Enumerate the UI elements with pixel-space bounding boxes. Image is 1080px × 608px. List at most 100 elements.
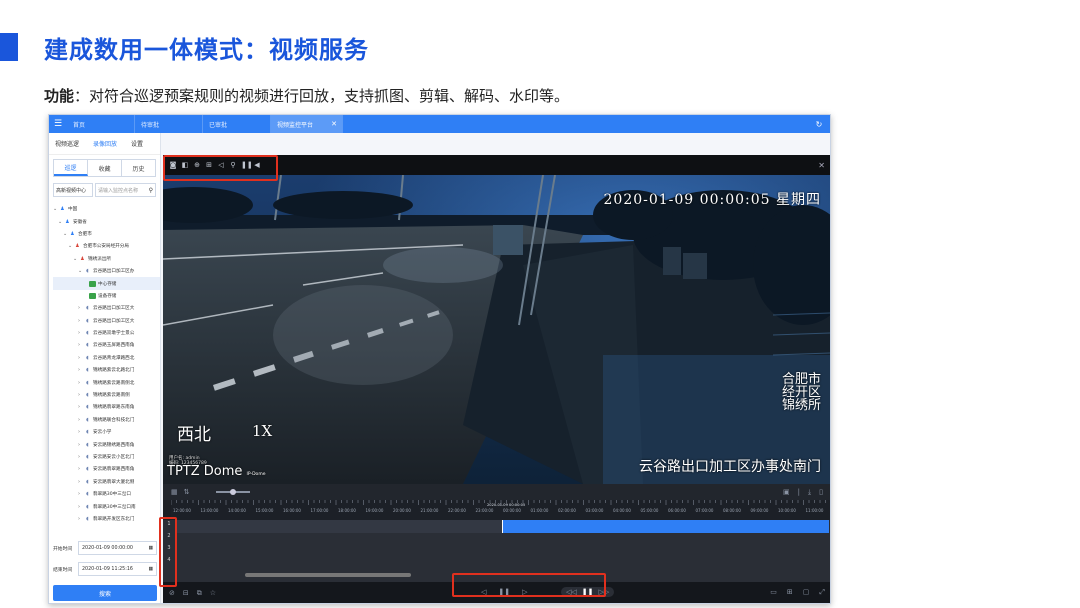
track-3[interactable]: [175, 548, 829, 561]
clip-icon[interactable]: ◧: [181, 161, 189, 169]
tree-node[interactable]: › ◖ 锦绣路联合科技北门: [53, 414, 160, 426]
end-time-value: 2020-01-09 11:25:16: [82, 566, 133, 572]
slider-knob[interactable]: [229, 489, 236, 495]
camera-icon: ◖: [86, 367, 89, 374]
star-icon[interactable]: ☆: [210, 589, 216, 597]
org-icon: ♟: [75, 243, 80, 250]
search-button[interactable]: 搜索: [53, 585, 157, 601]
track-2[interactable]: [175, 534, 829, 547]
tree-node[interactable]: › ◖ 云谷路玉屏路西南角: [53, 339, 160, 351]
ruler-label: 14:00:00: [228, 508, 246, 513]
tab-favorites[interactable]: 收藏: [88, 160, 122, 176]
tree-node[interactable]: › ◖ 翡翠路30中三岔口: [53, 488, 160, 500]
file-icon[interactable]: ▭: [770, 588, 777, 597]
image-icon[interactable]: ▣: [783, 488, 790, 497]
osd-datetime: 2020-01-09 00:00:05 星期四: [603, 192, 821, 208]
pause-icon[interactable]: ❚❚: [241, 161, 253, 169]
filter-icon[interactable]: ⇅: [184, 488, 190, 496]
play-icon[interactable]: ▷: [522, 588, 527, 596]
tree-node[interactable]: › ◖ 翡翠路开发区东北门: [53, 513, 160, 525]
region-select[interactable]: 高新视频中心: [53, 183, 93, 197]
tree-node[interactable]: › ◖ 安云路锦绣路西南角: [53, 438, 160, 450]
tree-node[interactable]: › ◖ 锦绣路翡翠路东南角: [53, 401, 160, 413]
calendar-icon[interactable]: ▦: [148, 567, 153, 572]
download-icon[interactable]: ⤓: [808, 488, 811, 497]
tree-node[interactable]: › ◖ 锦绣路紫云路南侧北: [53, 376, 160, 388]
camera-icon: ◖: [86, 416, 89, 423]
close-icon[interactable]: ✕: [818, 161, 825, 170]
video-frame: 2020-01-09 00:00:05 星期四 西北 1X 合肥市 经开区 锦绣…: [163, 175, 830, 484]
menu-icon[interactable]: ☰: [49, 115, 67, 133]
tree-node[interactable]: ⌄ ♟ 合肥市: [53, 228, 160, 240]
nav-video-patrol[interactable]: 视频巡逻: [55, 139, 79, 148]
tree-node[interactable]: › ◖ 翡翠路30中三岔口南: [53, 500, 160, 512]
timeline-zoom-slider[interactable]: [215, 489, 250, 495]
delete-icon[interactable]: ▯: [819, 488, 823, 497]
subtitle-text: ：对符合巡逻预案规则的视频进行回放，支持抓图、剪辑、解码、水印等。: [74, 87, 570, 105]
tree-node-label: 中心存储: [98, 281, 117, 287]
tab-pending[interactable]: 待审批: [135, 115, 203, 133]
stop-icon[interactable]: ⊘: [169, 589, 175, 597]
tab-video-platform[interactable]: 视频监控平台 ✕: [271, 115, 343, 133]
tree-node[interactable]: › ◖ 云谷路出口加工区大: [53, 315, 160, 327]
pause-icon[interactable]: ❚❚: [498, 588, 510, 596]
ruler-label: 13:00:00: [201, 508, 219, 513]
tree-node[interactable]: › ◖ 云谷路出口加工区大: [53, 302, 160, 314]
tree-node[interactable]: › ◖ 锦绣路紫云路南侧: [53, 389, 160, 401]
tree-node[interactable]: › ◖ 锦绣路紫云北路北门: [53, 364, 160, 376]
track-1[interactable]: [175, 520, 829, 533]
osd-city: 合肥市 经开区 锦绣所: [782, 373, 821, 412]
tab-history[interactable]: 历史: [122, 160, 155, 176]
camera-icon: ◖: [86, 454, 89, 460]
pause-icon[interactable]: ❚❚: [582, 588, 594, 596]
playhead[interactable]: [502, 520, 503, 533]
start-time-field[interactable]: 2020-01-09 00:00:00 ▦: [78, 541, 157, 555]
close-icon[interactable]: ✕: [331, 120, 337, 128]
tree-node-label: 安云小学: [93, 430, 112, 436]
fullscreen-icon[interactable]: ⤢: [819, 588, 825, 597]
tree-node[interactable]: › ◖ 云谷路青龙潭路西北: [53, 352, 160, 364]
search-input[interactable]: 请输入监控点名称 ⚲: [95, 183, 156, 197]
split-icon[interactable]: ⊞: [205, 161, 213, 169]
grid-icon[interactable]: ⊞: [787, 588, 793, 597]
fast-icon[interactable]: ▷▷: [599, 588, 610, 596]
tab-label: 待审批: [141, 121, 160, 129]
speaker-icon[interactable]: ◀: [253, 161, 261, 169]
bar-icon[interactable]: |: [798, 488, 800, 497]
nav-playback[interactable]: 录像回放: [93, 139, 117, 148]
window-icon[interactable]: ▢: [803, 588, 810, 597]
tab-patrol[interactable]: 巡逻: [54, 160, 88, 176]
tree-node[interactable]: ⌄ ◖ 云谷路出口加工区办: [53, 265, 160, 277]
tree-node[interactable]: ⌄ ♟ 中国: [53, 203, 160, 215]
calendar-icon[interactable]: ▦: [148, 546, 153, 551]
tree-node[interactable]: 设备存储: [53, 290, 160, 302]
tree-node[interactable]: › ◖ 安云路翡翠大厦北侧: [53, 476, 160, 488]
nav-settings[interactable]: 设置: [131, 139, 143, 148]
camera-icon[interactable]: ◙: [169, 161, 177, 169]
layout-icon[interactable]: ⊟: [183, 589, 189, 597]
tree-node[interactable]: ⌄ ♟ 合肥市公安局经开分局: [53, 240, 160, 252]
tree-node[interactable]: › ◖ 安云路翡翠路西南角: [53, 463, 160, 475]
tree-node[interactable]: › ◖ 安云小学: [53, 426, 160, 438]
tree-node[interactable]: › ◖ 安云路安云小区北门: [53, 451, 160, 463]
search-icon[interactable]: ⚲: [229, 161, 237, 169]
tree-node[interactable]: 中心存储: [53, 277, 160, 290]
tree-node[interactable]: › ◖ 云谷路双墩学士景公: [53, 327, 160, 339]
zoom-in-icon[interactable]: ⊕: [193, 161, 201, 169]
end-time-field[interactable]: 2020-01-09 11:25:16 ▦: [78, 562, 157, 576]
horizontal-scrollbar[interactable]: [245, 573, 411, 577]
tree-node[interactable]: ⌄ ♟ 锦绣派出所: [53, 253, 160, 265]
tree-node-label: 安徽省: [73, 219, 87, 225]
tab-home[interactable]: 首页: [67, 115, 135, 133]
recording-segment[interactable]: [502, 520, 829, 533]
search-icon[interactable]: ⚲: [149, 187, 153, 194]
slow-icon[interactable]: ◁◁: [566, 588, 577, 596]
tab-approved[interactable]: 已审批: [203, 115, 271, 133]
calendar-icon[interactable]: ▦: [171, 488, 178, 496]
copy-icon[interactable]: ⧉: [197, 589, 202, 598]
audio-icon[interactable]: ◁: [217, 161, 225, 169]
rewind-icon[interactable]: ◁: [481, 588, 486, 596]
refresh-icon[interactable]: ↻: [808, 115, 830, 133]
tree-node[interactable]: ⌄ ♟ 安徽省: [53, 215, 160, 227]
ruler-label: 23:00:00: [476, 508, 494, 513]
